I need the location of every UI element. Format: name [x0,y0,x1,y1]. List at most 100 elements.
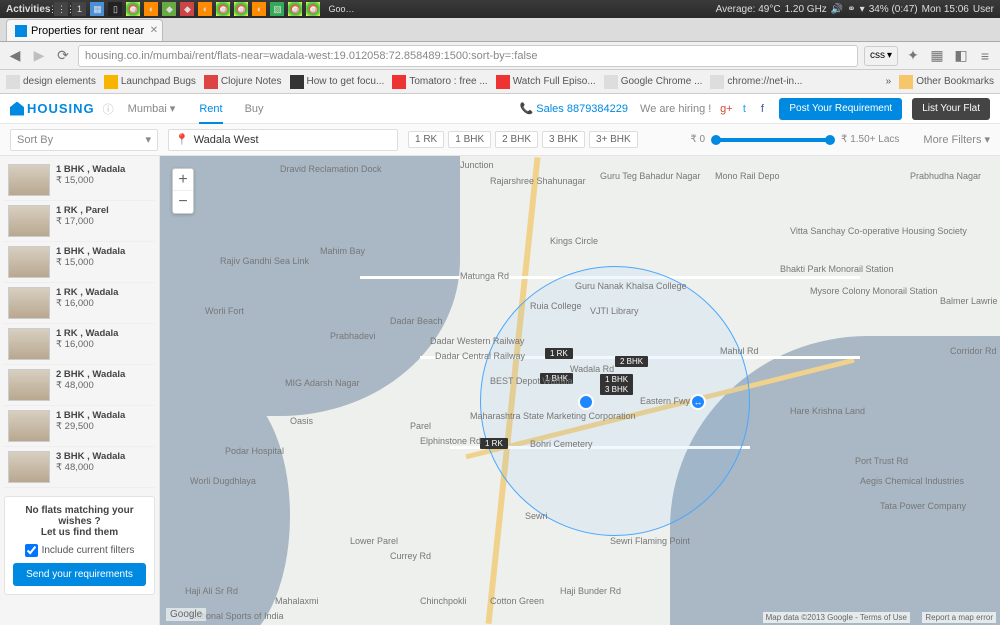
listing-title: 1 RK , Wadala [56,287,118,298]
taskbar-app-2[interactable]: ▦ [90,2,104,16]
wifi-icon[interactable]: ▾ [860,4,865,15]
bookmark-item[interactable]: chrome://net-in... [710,75,802,89]
map-marker[interactable]: 1 RK [480,438,508,449]
bhk-chip[interactable]: 1 RK [408,131,444,148]
taskbar-app-13[interactable]: ◉ [288,2,302,16]
facebook-icon[interactable]: f [755,102,769,116]
ext-icon-3[interactable]: ◧ [952,47,970,65]
report-map-error[interactable]: Report a map error [922,612,996,623]
listing-card[interactable]: 1 RK , Parel₹ 17,000 [4,201,155,242]
post-requirement-button[interactable]: Post Your Requirement [779,98,902,120]
bhk-chip[interactable]: 3+ BHK [589,131,638,148]
taskbar-app-7[interactable]: ◆ [180,2,194,16]
listing-title: 3 BHK , Wadala [56,451,125,462]
taskbar-app-11[interactable]: ◐ [252,2,266,16]
map-canvas[interactable]: ↔ 1 RK 1 BHK 2 BHK 1 BHK 3 BHK 1 RK Drav… [160,156,1000,625]
taskbar-app-9[interactable]: ◉ [216,2,230,16]
more-filters[interactable]: More Filters▾ [923,133,990,146]
volume-icon[interactable]: 🔊 [831,4,843,15]
bhk-chip[interactable]: 1 BHK [448,131,491,148]
back-icon[interactable]: ◀ [6,47,24,65]
taskbar-window-title: Goo… [328,4,354,14]
listing-title: 1 BHK , Wadala [56,246,125,257]
taskbar-app-12[interactable]: ▧ [270,2,284,16]
map-attribution: Map data ©2013 Google - Terms of Use [763,612,910,623]
tab-close-icon[interactable]: ✕ [150,25,158,36]
ext-icon-1[interactable]: ✦ [904,47,922,65]
map-center-pin[interactable] [578,394,594,410]
browser-tab-strip: Properties for rent near ✕ [0,18,1000,42]
map-place-label: Sewri [525,511,548,521]
other-bookmarks[interactable]: Other Bookmarks [899,75,994,89]
user-menu[interactable]: User [973,4,994,15]
map-marker[interactable]: 1 RK [545,348,573,359]
send-requirements-button[interactable]: Send your requirements [13,563,146,586]
map-marker[interactable]: 2 BHK [615,356,648,367]
housing-logo[interactable]: HOUSING [10,101,95,116]
bookmark-item[interactable]: Tomatoro : free ... [392,75,487,89]
zoom-in-button[interactable]: + [173,169,193,191]
listing-card[interactable]: 1 BHK , Wadala₹ 15,000 [4,160,155,201]
listing-card[interactable]: 1 BHK , Wadala₹ 29,500 [4,406,155,447]
tab-rent[interactable]: Rent [199,103,222,124]
hiring-link[interactable]: We are hiring ! [640,103,711,115]
chevron-down-icon: ▾ [984,133,990,146]
bookmark-item[interactable]: Google Chrome ... [604,75,703,89]
forward-icon: ▶ [30,47,48,65]
taskbar-terminal-icon[interactable]: ▯ [108,2,122,16]
listing-thumb [8,451,50,483]
price-slider[interactable] [713,138,833,142]
cpu-freq-indicator: 1.20 GHz [785,4,827,15]
taskbar-firefox-icon[interactable]: ◐ [144,2,158,16]
bhk-chip[interactable]: 2 BHK [495,131,538,148]
bookmark-item[interactable]: Clojure Notes [204,75,282,89]
taskbar-app-14[interactable]: ◉ [306,2,320,16]
map-place-label: Dadar Central Railway [435,351,525,361]
info-icon[interactable]: ⓘ [103,101,114,117]
taskbar-app-8[interactable]: ◐ [198,2,212,16]
menu-icon[interactable]: ≡ [976,47,994,65]
map-place-label: Bhakti Park Monorail Station [780,264,894,274]
reload-icon[interactable]: ⟳ [54,47,72,65]
taskbar-app-1[interactable]: 1 [72,2,86,16]
map-marker[interactable]: 3 BHK [600,384,633,395]
taskbar-app-6[interactable]: ◆ [162,2,176,16]
sales-phone[interactable]: 📞 Sales 8879384229 [520,102,628,115]
list-flat-button[interactable]: List Your Flat [912,98,990,120]
ext-icon-2[interactable]: ▦ [928,47,946,65]
map-place-label: Balmer Lawrie [940,296,998,306]
zoom-out-button[interactable]: − [173,191,193,213]
location-search[interactable]: 📍 Wadala West [168,129,398,151]
tab-favicon [15,25,27,37]
bookmark-overflow-icon[interactable]: » [886,76,892,87]
taskbar-chrome-icon[interactable]: ◉ [126,2,140,16]
url-input[interactable]: housing.co.in/mumbai/rent/flats-near=wad… [78,45,858,67]
favicon-icon [290,75,304,89]
clock[interactable]: Mon 15:06 [922,4,969,15]
bhk-chip[interactable]: 3 BHK [542,131,585,148]
bookmark-item[interactable]: Watch Full Episo... [496,75,596,89]
bookmark-item[interactable]: How to get focu... [290,75,385,89]
activities-label[interactable]: Activities [6,4,50,15]
css-ext-button[interactable]: css▾ [864,46,898,66]
twitter-icon[interactable]: t [737,102,751,116]
sort-dropdown[interactable]: Sort By▾ [10,129,158,151]
gplus-icon[interactable]: g+ [719,102,733,116]
app-grid-icon[interactable]: ⋮⋮⋮ [54,2,68,16]
listing-card[interactable]: 1 RK , Wadala₹ 16,000 [4,324,155,365]
listing-card[interactable]: 3 BHK , Wadala₹ 48,000 [4,447,155,488]
listing-card[interactable]: 1 BHK , Wadala₹ 15,000 [4,242,155,283]
include-filters-checkbox[interactable]: Include current filters [13,544,146,557]
bluetooth-icon[interactable]: ⚭ [847,4,855,15]
taskbar-app-10[interactable]: ◉ [234,2,248,16]
bookmark-item[interactable]: design elements [6,75,96,89]
bookmark-item[interactable]: Launchpad Bugs [104,75,196,89]
tab-buy[interactable]: Buy [245,103,264,115]
checkbox-input[interactable] [25,544,38,557]
listing-card[interactable]: 2 BHK , Wadala₹ 48,000 [4,365,155,406]
browser-tab[interactable]: Properties for rent near ✕ [6,19,163,41]
listing-card[interactable]: 1 RK , Wadala₹ 16,000 [4,283,155,324]
map-radius-handle[interactable]: ↔ [690,394,706,410]
listings-sidebar[interactable]: 1 BHK , Wadala₹ 15,0001 RK , Parel₹ 17,0… [0,156,160,625]
city-selector[interactable]: Mumbai▾ [128,102,176,115]
